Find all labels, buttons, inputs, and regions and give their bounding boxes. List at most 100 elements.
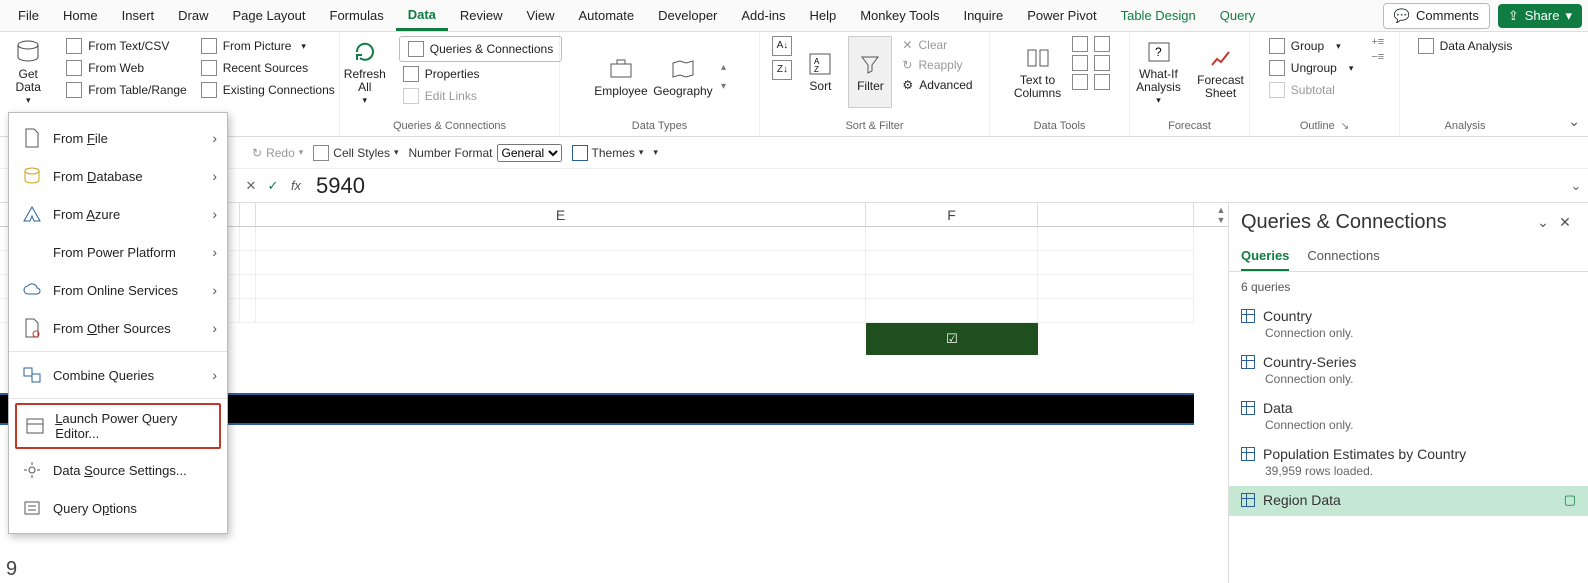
text-to-columns-button[interactable]: Text to Columns (1010, 36, 1066, 108)
menu-addins[interactable]: Add-ins (729, 2, 797, 29)
query-item[interactable]: Data Connection only. (1229, 394, 1588, 440)
panel-close-icon[interactable]: ✕ (1554, 214, 1576, 231)
menu-bar: File Home Insert Draw Page Layout Formul… (0, 0, 1588, 32)
menu-draw[interactable]: Draw (166, 2, 220, 29)
remove-dupes-icon[interactable] (1072, 55, 1088, 71)
comments-button[interactable]: 💬 Comments (1383, 3, 1490, 29)
get-data-label: Get Data (16, 68, 41, 94)
query-item[interactable]: Country-Series Connection only. (1229, 348, 1588, 394)
more-qat-button[interactable]: ▾ (653, 147, 658, 158)
fx-icon[interactable]: fx (284, 178, 308, 193)
data-validation-icon[interactable] (1072, 74, 1088, 90)
subtotal-button[interactable]: Subtotal (1265, 80, 1358, 100)
menu-monkey-tools[interactable]: Monkey Tools (848, 2, 951, 29)
column-header-e[interactable]: E (256, 203, 866, 226)
menu-review[interactable]: Review (448, 2, 515, 29)
data-analysis-button[interactable]: Data Analysis (1414, 36, 1517, 56)
menu-page-layout[interactable]: Page Layout (221, 2, 318, 29)
redo-label: Redo (266, 146, 295, 160)
menu-table-design[interactable]: Table Design (1109, 2, 1208, 29)
menu-view[interactable]: View (515, 2, 567, 29)
dialog-launcher-icon[interactable]: ↘ (1341, 121, 1349, 132)
row-header-9[interactable]: 9 (0, 556, 23, 583)
column-header-f[interactable]: F (866, 203, 1038, 226)
menu-insert[interactable]: Insert (110, 2, 167, 29)
menu-from-file[interactable]: From File › (9, 119, 227, 157)
menu-formulas[interactable]: Formulas (318, 2, 396, 29)
ungroup-button[interactable]: Ungroup▾ (1265, 58, 1358, 78)
menu-combine-queries[interactable]: Combine Queries › (9, 356, 227, 394)
menu-developer[interactable]: Developer (646, 2, 729, 29)
menu-query-options[interactable]: Query Options (9, 489, 227, 527)
menu-inquire[interactable]: Inquire (951, 2, 1015, 29)
menu-home[interactable]: Home (51, 2, 110, 29)
data-model-icon[interactable] (1094, 74, 1110, 90)
properties-button[interactable]: Properties (399, 64, 562, 84)
sort-asc-icon[interactable]: A↓ (772, 36, 792, 56)
active-cell[interactable]: ☑ (866, 323, 1038, 355)
cancel-formula-button[interactable]: ✕ (240, 178, 262, 194)
menu-from-other-sources[interactable]: From Other Sources › (9, 309, 227, 347)
properties-icon (403, 66, 419, 82)
scroll-hint-icon[interactable]: ▲▼ (1214, 203, 1228, 227)
recent-sources-button[interactable]: Recent Sources (197, 58, 339, 78)
queries-connections-button[interactable]: Queries & Connections (399, 36, 562, 62)
query-item-selected[interactable]: Region Data ▢ (1229, 486, 1588, 516)
menu-launch-power-query[interactable]: Launch Power Query Editor... (15, 403, 221, 449)
reapply-button[interactable]: ↻Reapply (898, 56, 976, 74)
existing-connections-button[interactable]: Existing Connections (197, 80, 339, 100)
hide-detail-icon[interactable]: −≡ (1371, 51, 1384, 63)
flash-fill-icon[interactable] (1072, 36, 1088, 52)
refresh-all-button[interactable]: Refresh All ▾ (337, 36, 393, 108)
menu-automate[interactable]: Automate (566, 2, 646, 29)
existing-conn-label: Existing Connections (223, 83, 335, 97)
menu-from-database[interactable]: From Database › (9, 157, 227, 195)
number-format-select[interactable]: General (497, 144, 562, 162)
group-button[interactable]: Group▾ (1265, 36, 1358, 56)
menu-from-online-services[interactable]: From Online Services › (9, 271, 227, 309)
tab-connections[interactable]: Connections (1307, 242, 1379, 271)
from-picture-button[interactable]: From Picture▾ (197, 36, 339, 56)
scroll-up-icon[interactable]: ▴ (721, 62, 726, 73)
enter-formula-button[interactable]: ✓ (262, 178, 284, 194)
menu-help[interactable]: Help (797, 2, 848, 29)
panel-options-icon[interactable]: ⌄ (1532, 214, 1554, 231)
from-web-button[interactable]: From Web (62, 58, 191, 78)
query-item[interactable]: Population Estimates by Country 39,959 r… (1229, 440, 1588, 486)
menu-data[interactable]: Data (396, 1, 448, 31)
get-data-button[interactable]: Get Data ▾ (0, 36, 56, 108)
relationships-icon[interactable] (1094, 55, 1110, 71)
scroll-down-icon[interactable]: ▾ (721, 81, 726, 92)
menu-power-pivot[interactable]: Power Pivot (1015, 2, 1108, 29)
tab-queries[interactable]: Queries (1241, 242, 1289, 271)
clear-filter-button[interactable]: ✕Clear (898, 36, 976, 54)
forecast-sheet-button[interactable]: Forecast Sheet (1193, 36, 1249, 108)
what-if-button[interactable]: ? What-If Analysis ▾ (1131, 36, 1187, 108)
themes-button[interactable]: Themes▾ (572, 145, 644, 161)
query-item[interactable]: Country Connection only. (1229, 302, 1588, 348)
formula-input[interactable]: 5940 (308, 173, 1564, 199)
menu-query[interactable]: Query (1208, 2, 1267, 29)
sort-button[interactable]: AZ Sort (798, 36, 842, 108)
geography-type-button[interactable]: Geography (655, 41, 711, 113)
consolidate-icon[interactable] (1094, 36, 1110, 52)
share-button[interactable]: ⇪ Share ▾ (1498, 4, 1582, 28)
advanced-filter-button[interactable]: ⚙Advanced (898, 76, 976, 94)
menu-file[interactable]: File (6, 2, 51, 29)
filter-button[interactable]: Filter (848, 36, 892, 108)
menu-data-source-settings[interactable]: Data Source Settings... (9, 451, 227, 489)
employee-type-button[interactable]: Employee (593, 41, 649, 113)
sort-desc-icon[interactable]: Z↓ (772, 60, 792, 80)
cell-styles-button[interactable]: Cell Styles▾ (313, 145, 398, 161)
menu-from-power-platform[interactable]: From Power Platform › (9, 233, 227, 271)
from-table-range-button[interactable]: From Table/Range (62, 80, 191, 100)
from-text-csv-button[interactable]: From Text/CSV (62, 36, 191, 56)
collapse-ribbon-icon[interactable]: ⌄ (1568, 113, 1580, 130)
show-detail-icon[interactable]: +≡ (1371, 36, 1384, 48)
expand-formula-bar-icon[interactable]: ⌄ (1564, 178, 1588, 194)
combine-icon (21, 364, 43, 386)
menu-from-azure[interactable]: From Azure › (9, 195, 227, 233)
edit-links-button[interactable]: Edit Links (399, 86, 562, 106)
redo-button[interactable]: ↻Redo▾ (252, 146, 303, 160)
group-icon (1269, 38, 1285, 54)
